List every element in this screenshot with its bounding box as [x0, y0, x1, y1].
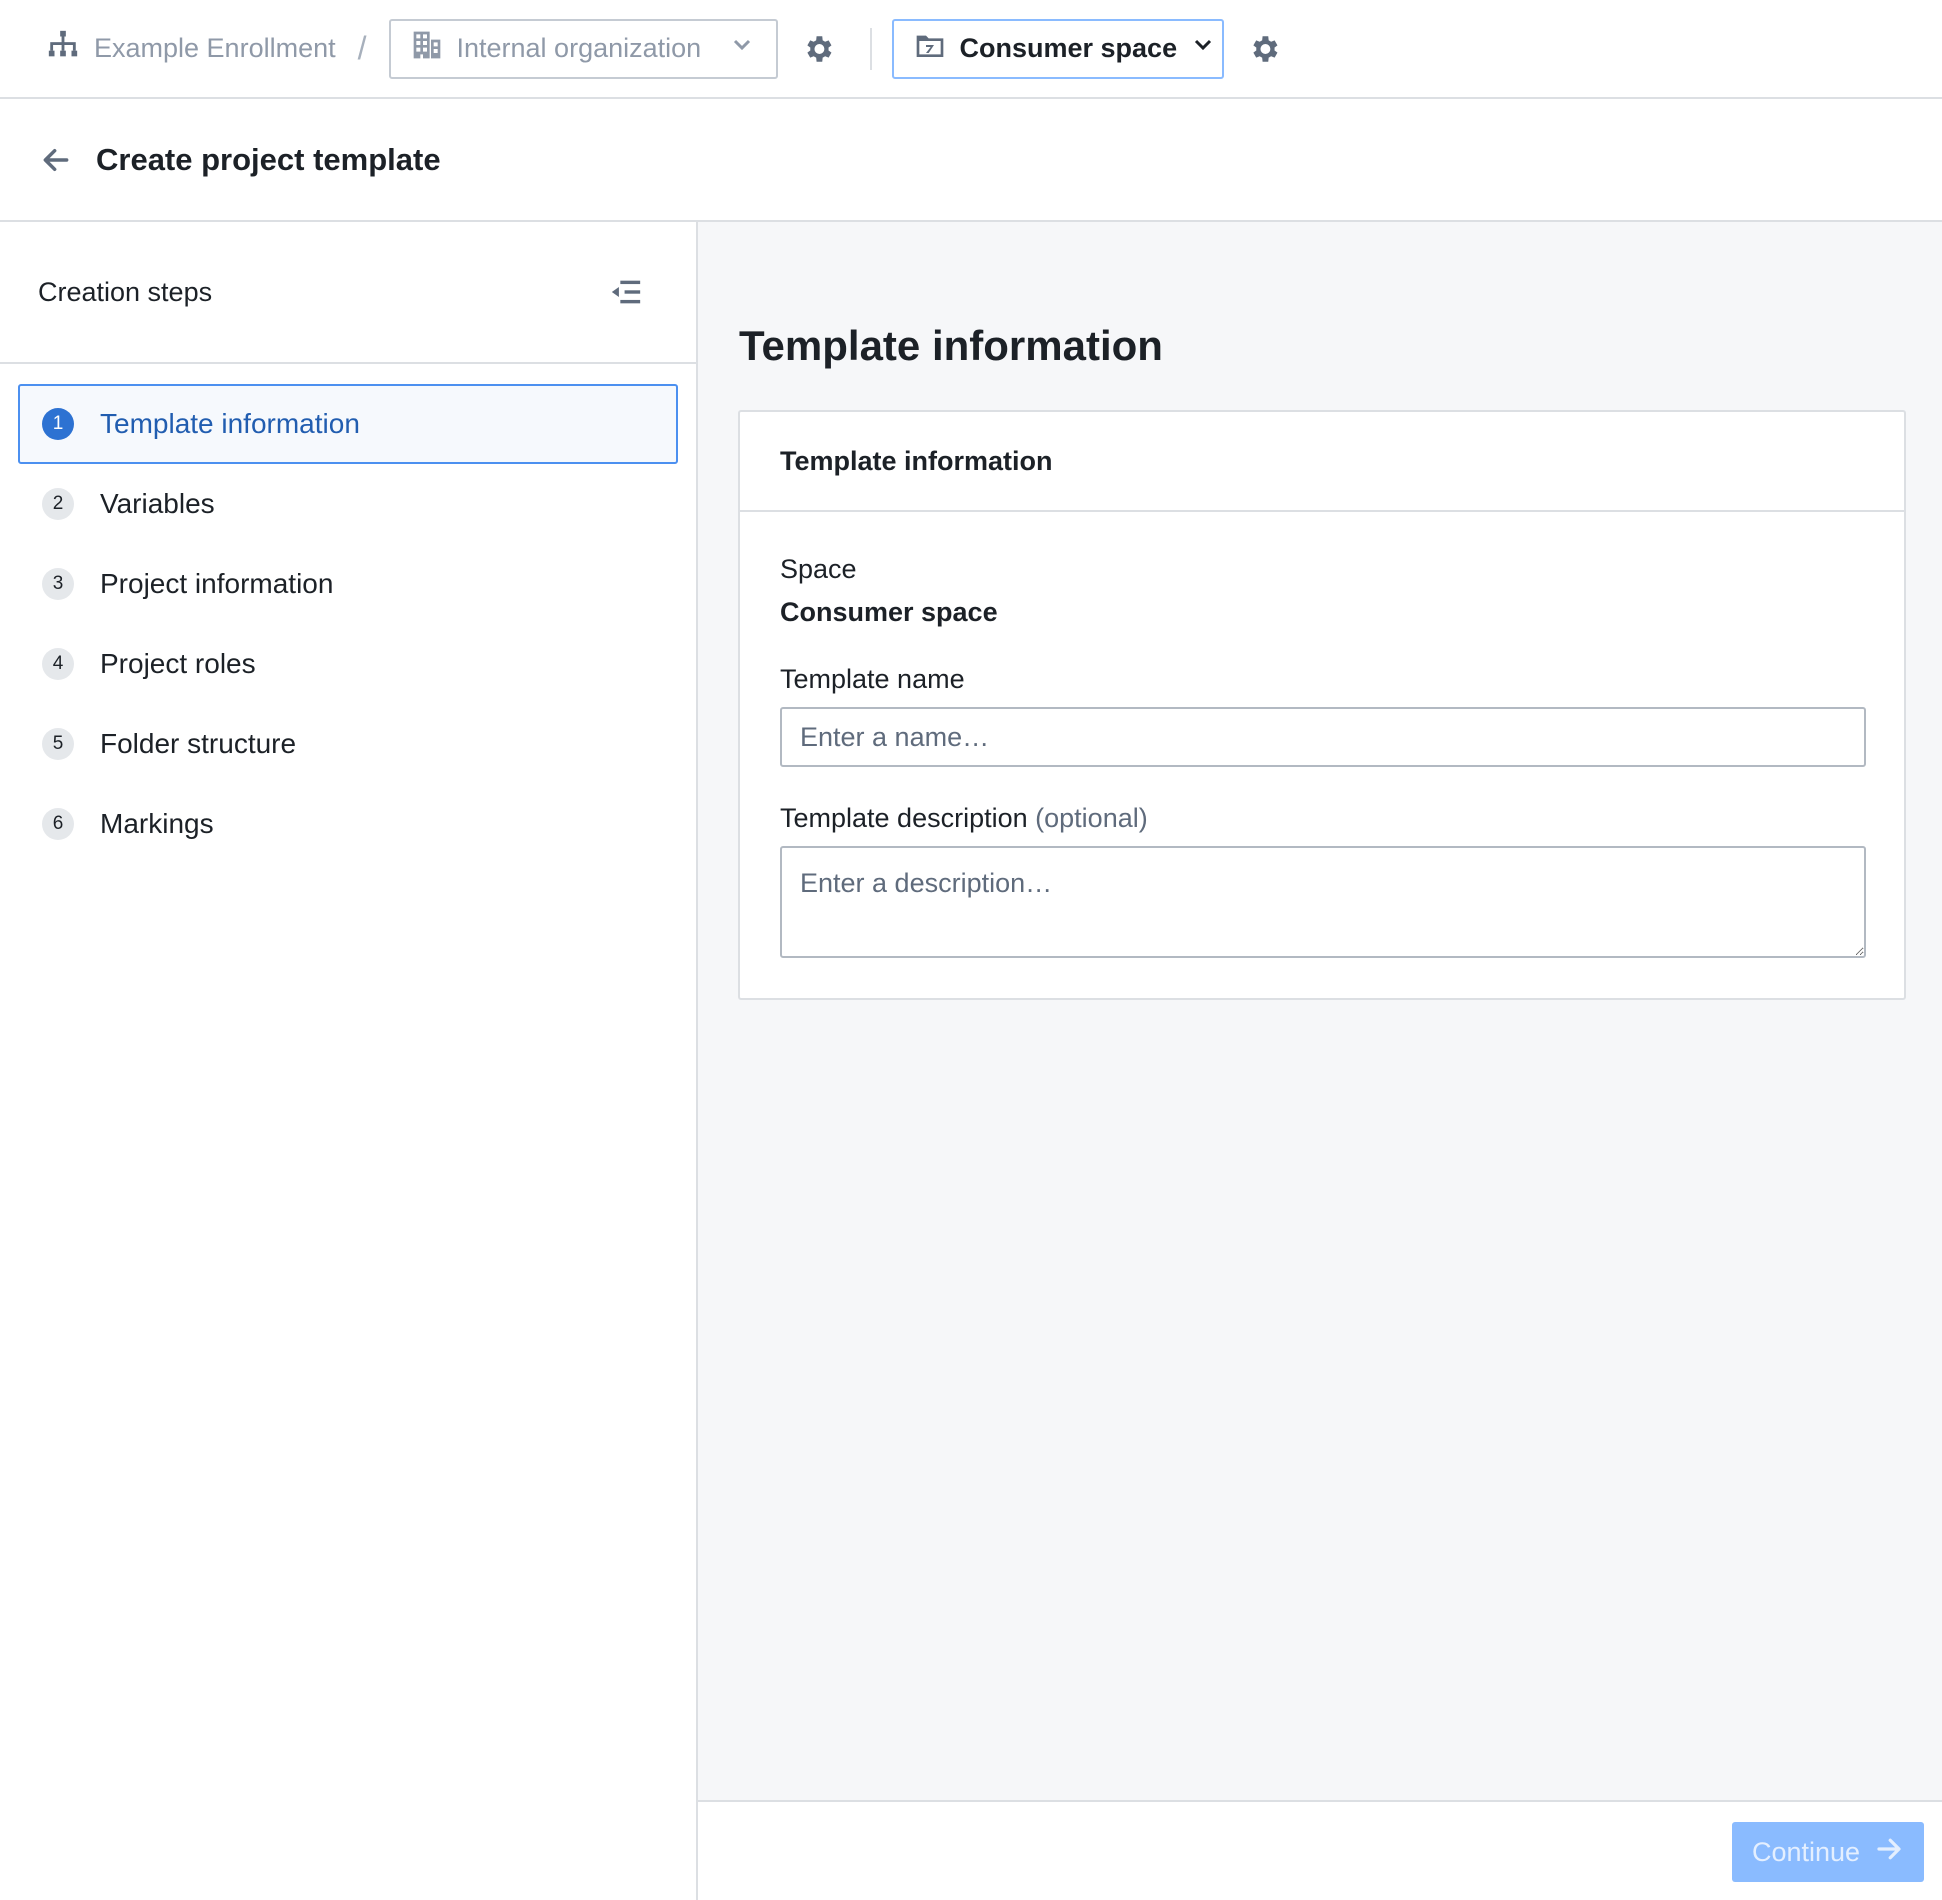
space-label: Consumer space	[959, 33, 1178, 63]
topbar-divider	[869, 27, 872, 70]
step-markings[interactable]: 6 Markings	[18, 784, 678, 864]
footer-bar: Continue	[698, 1800, 1942, 1900]
step-number: 2	[42, 488, 74, 520]
steps-list: 1 Template information 2 Variables 3 Pro…	[0, 364, 696, 864]
template-description-label: Template description (optional)	[780, 803, 1864, 834]
chevron-down-icon	[730, 33, 754, 64]
step-number: 5	[42, 728, 74, 760]
breadcrumb-separator: /	[357, 30, 367, 66]
card-body: Space Consumer space Template name Templ…	[740, 512, 1904, 963]
step-folder-structure[interactable]: 5 Folder structure	[18, 704, 678, 784]
enrollment-label: Example Enrollment	[94, 33, 336, 63]
step-label: Project information	[100, 568, 334, 599]
page-header: Create project template	[0, 99, 1942, 222]
step-number: 3	[42, 568, 74, 600]
step-project-roles[interactable]: 4 Project roles	[18, 624, 678, 704]
collapse-sidebar-icon[interactable]	[608, 274, 644, 310]
step-label: Folder structure	[100, 728, 297, 759]
step-label: Template information	[100, 408, 360, 439]
creation-steps-sidebar: Creation steps 1 Template information 2 …	[0, 222, 698, 1900]
arrow-right-icon	[1874, 1834, 1904, 1871]
description-label-text: Template description	[780, 803, 1028, 833]
sidebar-header: Creation steps	[0, 222, 696, 364]
back-arrow-icon[interactable]	[40, 142, 76, 178]
step-number: 6	[42, 808, 74, 840]
building-icon	[411, 29, 443, 68]
step-number: 1	[42, 408, 74, 440]
sidebar-title: Creation steps	[38, 276, 213, 307]
continue-button[interactable]: Continue	[1732, 1822, 1924, 1882]
section-title: Template information	[739, 322, 1163, 369]
organization-settings-gear-icon[interactable]	[800, 31, 836, 67]
continue-label: Continue	[1751, 1836, 1861, 1867]
hierarchy-icon	[46, 28, 80, 69]
chevron-down-icon	[1191, 33, 1215, 64]
space-dropdown[interactable]: Consumer space	[891, 18, 1224, 79]
main-content: Template information Template informatio…	[698, 222, 1942, 1800]
step-variables[interactable]: 2 Variables	[18, 464, 678, 544]
template-name-input[interactable]	[780, 707, 1866, 767]
space-settings-gear-icon[interactable]	[1246, 31, 1282, 67]
space-field-label: Space	[780, 554, 857, 584]
organization-label: Internal organization	[456, 33, 702, 63]
space-field-value: Consumer space	[780, 597, 998, 627]
top-navigation-bar: Example Enrollment / Internal organizati…	[0, 0, 1942, 99]
template-name-label: Template name	[780, 664, 965, 694]
space-folder-icon	[914, 29, 946, 68]
step-label: Markings	[100, 808, 214, 839]
card-title: Template information	[740, 412, 1904, 512]
page-title: Create project template	[96, 141, 441, 177]
breadcrumb-enrollment[interactable]: Example Enrollment	[46, 28, 336, 69]
step-label: Variables	[100, 488, 215, 519]
template-description-textarea[interactable]	[780, 846, 1866, 958]
template-information-card: Template information Space Consumer spac…	[738, 410, 1906, 1000]
optional-tag: (optional)	[1035, 803, 1148, 833]
organization-dropdown[interactable]: Internal organization	[388, 18, 778, 79]
step-label: Project roles	[100, 648, 256, 679]
step-template-information[interactable]: 1 Template information	[18, 384, 678, 464]
step-number: 4	[42, 648, 74, 680]
step-project-information[interactable]: 3 Project information	[18, 544, 678, 624]
